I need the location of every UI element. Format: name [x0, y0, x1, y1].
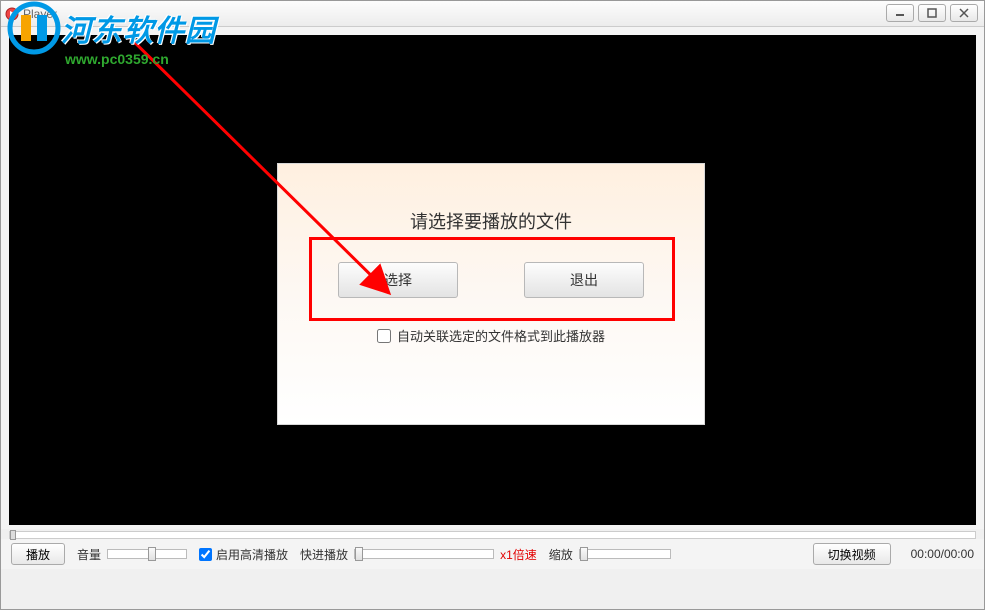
- bottom-controlbar: 播放 音量 启用高清播放 快进播放 x1倍速 缩放 切换视频 00:00/00:…: [1, 539, 984, 569]
- speed-slider[interactable]: [354, 549, 494, 559]
- open-file-dialog: 请选择要播放的文件 选择 退出 自动关联选定的文件格式到此播放器: [277, 163, 705, 425]
- maximize-button[interactable]: [918, 4, 946, 22]
- minimize-button[interactable]: [886, 4, 914, 22]
- zoom-label: 缩放: [549, 546, 573, 563]
- exit-button[interactable]: 退出: [524, 262, 644, 298]
- associate-checkbox[interactable]: [377, 329, 391, 343]
- associate-label: 自动关联选定的文件格式到此播放器: [397, 326, 605, 345]
- select-button[interactable]: 选择: [338, 262, 458, 298]
- zoom-slider[interactable]: [579, 549, 671, 559]
- dialog-title: 请选择要播放的文件: [410, 208, 572, 234]
- zoom-thumb[interactable]: [580, 547, 588, 561]
- titlebar: Player: [1, 1, 984, 27]
- volume-slider[interactable]: [107, 549, 187, 559]
- associate-checkbox-row[interactable]: 自动关联选定的文件格式到此播放器: [377, 326, 605, 345]
- close-button[interactable]: [950, 4, 978, 22]
- switch-video-button[interactable]: 切换视频: [813, 543, 891, 565]
- window-title: Player: [23, 7, 57, 21]
- volume-group: 音量: [77, 546, 187, 563]
- app-icon: [5, 7, 19, 21]
- play-button[interactable]: 播放: [11, 543, 65, 565]
- zoom-group: 缩放: [549, 546, 671, 563]
- hd-checkbox-row[interactable]: 启用高清播放: [199, 546, 288, 563]
- fast-label: 快进播放: [300, 546, 348, 563]
- speed-readout: x1倍速: [500, 546, 537, 563]
- volume-thumb[interactable]: [148, 547, 156, 561]
- video-area: 请选择要播放的文件 选择 退出 自动关联选定的文件格式到此播放器: [9, 35, 976, 525]
- progress-thumb[interactable]: [10, 530, 16, 540]
- speed-group: 快进播放 x1倍速: [300, 546, 537, 563]
- window-controls: [886, 4, 978, 22]
- hd-label: 启用高清播放: [216, 546, 288, 563]
- video-wrap: 请选择要播放的文件 选择 退出 自动关联选定的文件格式到此播放器: [1, 27, 984, 529]
- time-readout: 00:00/00:00: [911, 547, 974, 561]
- volume-label: 音量: [77, 546, 101, 563]
- hd-checkbox[interactable]: [199, 548, 212, 561]
- progress-bar[interactable]: [9, 531, 976, 539]
- speed-thumb[interactable]: [355, 547, 363, 561]
- dialog-button-row: 选择 退出: [338, 262, 644, 298]
